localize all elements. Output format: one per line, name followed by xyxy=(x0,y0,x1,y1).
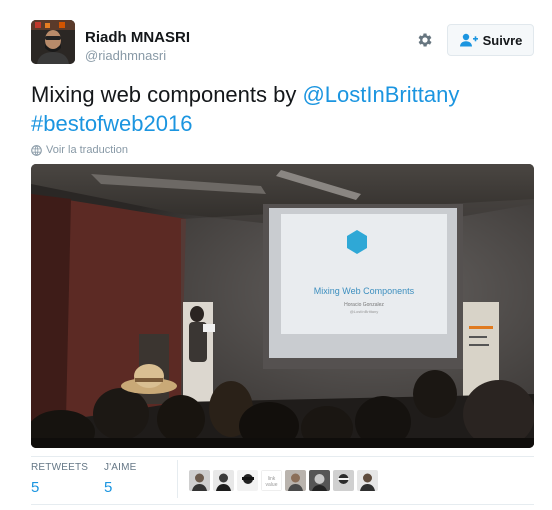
author-handle[interactable]: @riadhmnasri xyxy=(85,48,166,63)
author-name[interactable]: Riadh MNASRI xyxy=(85,30,190,46)
slide-title: Mixing Web Components xyxy=(314,286,415,296)
link-value-logo: linkvalue xyxy=(261,470,282,491)
liker-avatar-1[interactable] xyxy=(189,470,210,491)
gear-icon[interactable] xyxy=(412,27,438,53)
translate-link[interactable]: Voir la traduction xyxy=(31,144,128,156)
avatar-photo xyxy=(31,20,75,64)
slide-handle: @LostInBrittany xyxy=(350,309,379,314)
gear-glyph xyxy=(418,33,432,47)
person-plus-icon xyxy=(459,33,478,47)
author-avatar[interactable] xyxy=(31,20,75,64)
liker-avatar-3[interactable] xyxy=(237,470,258,491)
hashtag-link[interactable]: #bestofweb2016 xyxy=(31,111,192,136)
avatar-photo xyxy=(285,470,306,491)
avatar-photo xyxy=(189,470,210,491)
tweet-photo[interactable]: Mixing Web Components Horacio Gonzalez @… xyxy=(31,164,534,448)
globe-icon xyxy=(31,144,42,156)
tweet-text-plain: Mixing web components by xyxy=(31,82,303,107)
tweet-text: Mixing web components by @LostInBrittany… xyxy=(31,80,531,138)
avatar-photo xyxy=(309,470,330,491)
likes-stat[interactable]: J'AIME 5 xyxy=(104,462,137,496)
slide-subtitle: Horacio Gonzalez xyxy=(344,302,384,308)
liker-avatar-4[interactable]: link value xyxy=(261,470,282,491)
likers-list: link value xyxy=(189,470,378,491)
avatar-photo xyxy=(357,470,378,491)
liker-avatar-5[interactable] xyxy=(285,470,306,491)
follow-label: Suivre xyxy=(482,32,523,48)
divider-bottom xyxy=(31,504,534,505)
likes-count[interactable]: 5 xyxy=(104,479,137,496)
likes-label: J'AIME xyxy=(104,462,137,473)
retweets-label: RETWEETS xyxy=(31,462,89,473)
svg-text:value: value xyxy=(266,482,278,488)
divider-top xyxy=(31,456,534,457)
liker-avatar-8[interactable] xyxy=(357,470,378,491)
mention-link[interactable]: @LostInBrittany xyxy=(302,82,459,107)
conference-photo: Mixing Web Components Horacio Gonzalez @… xyxy=(31,164,534,448)
avatar-photo xyxy=(237,470,258,491)
liker-avatar-7[interactable] xyxy=(333,470,354,491)
retweets-stat[interactable]: RETWEETS 5 xyxy=(31,462,88,496)
avatar-photo xyxy=(333,470,354,491)
retweets-count[interactable]: 5 xyxy=(31,479,88,496)
translate-label: Voir la traduction xyxy=(46,144,128,156)
avatar-photo xyxy=(213,470,234,491)
liker-avatar-6[interactable] xyxy=(309,470,330,491)
liker-avatar-2[interactable] xyxy=(213,470,234,491)
stats-separator xyxy=(177,460,178,498)
follow-button[interactable]: Suivre xyxy=(447,24,534,56)
